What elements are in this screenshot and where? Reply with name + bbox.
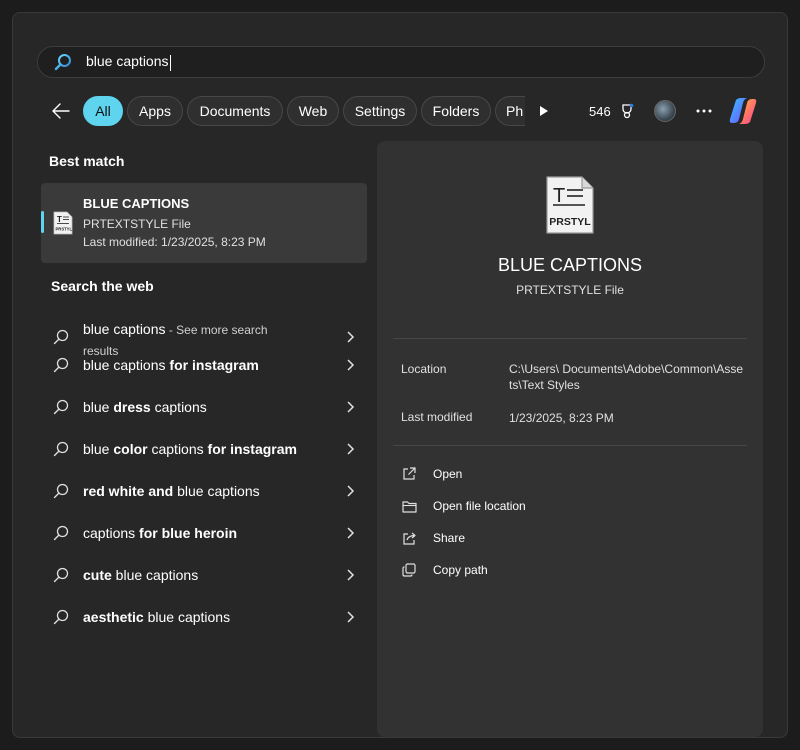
arrow-left-icon [52, 103, 70, 119]
play-icon [540, 106, 548, 116]
chevron-right-icon [347, 485, 355, 497]
best-match-result[interactable]: T PRSTYL BLUE CAPTIONS PRTEXTSTYLE File … [41, 183, 367, 263]
chevron-right-icon [347, 331, 355, 343]
preview-file-type: PRTEXTSTYLE File [516, 283, 624, 297]
web-suggestion-text: blue dress captions [83, 399, 207, 415]
divider [393, 445, 747, 446]
prtextstyle-file-icon: T PRSTYL [53, 211, 73, 235]
web-suggestion[interactable]: blue dress captions [41, 389, 367, 425]
start-search-panel: blue captions All Apps Documents Web Set… [12, 12, 788, 738]
best-match-type: PRTEXTSTYLE File [83, 217, 191, 231]
best-match-heading: Best match [49, 153, 125, 169]
best-match-modified: Last modified: 1/23/2025, 8:23 PM [83, 235, 266, 249]
svg-text:PRSTYL: PRSTYL [56, 227, 73, 232]
trophy-icon [619, 103, 635, 119]
chevron-right-icon [347, 611, 355, 623]
web-suggestion-text: cute blue captions [83, 567, 199, 583]
divider [393, 338, 747, 339]
svg-text:T: T [57, 215, 62, 224]
rewards-points-value: 546 [589, 103, 611, 119]
file-icon-label: PRSTYL [549, 216, 591, 228]
open-file-location-action[interactable]: Open file location [401, 494, 526, 518]
search-icon [53, 399, 69, 415]
web-suggestion-text: blue captions for instagram [83, 357, 259, 373]
copilot-button[interactable] [727, 97, 759, 125]
preview-title: BLUE CAPTIONS [497, 255, 643, 275]
search-icon [53, 609, 69, 625]
more-options-button[interactable] [693, 95, 715, 127]
search-web-heading: Search the web [51, 278, 154, 294]
filter-chip-web[interactable]: Web [287, 96, 339, 126]
folder-icon [401, 498, 417, 514]
search-box[interactable]: blue captions [37, 46, 765, 78]
copy-path-action[interactable]: Copy path [401, 558, 488, 582]
web-suggestion[interactable]: aesthetic blue captions [41, 599, 367, 635]
filter-chip-folders[interactable]: Folders [421, 96, 491, 126]
last-modified-label: Last modified [401, 410, 473, 424]
location-value: C:\Users\ Documents\Adobe\Common\Assets\… [509, 362, 744, 392]
location-label: Location [401, 362, 447, 376]
back-button[interactable] [43, 95, 79, 127]
web-suggestion-text: captions for blue heroin [83, 525, 238, 541]
search-icon [54, 53, 72, 71]
svg-text:T: T [553, 185, 565, 207]
text-caret [169, 54, 171, 71]
web-suggestion[interactable]: blue captions for instagram [41, 347, 367, 383]
chevron-right-icon [347, 527, 355, 539]
search-icon [53, 525, 69, 541]
web-suggestion-text: aesthetic blue captions [83, 609, 231, 625]
filter-chip-documents[interactable]: Documents [187, 96, 283, 126]
search-input[interactable]: blue captions [86, 53, 171, 71]
share-action[interactable]: Share [401, 526, 465, 550]
preview-pane: T PRSTYL BLUE CAPTIONS PRTEXTSTYLE File … [377, 141, 763, 737]
search-icon [53, 329, 69, 345]
more-filters-button[interactable] [531, 95, 557, 127]
search-icon [53, 357, 69, 373]
filter-chip-photos[interactable]: Ph [495, 96, 525, 126]
share-icon [401, 530, 417, 546]
web-suggestion-text: blue color captions for instagram [83, 441, 297, 457]
selection-indicator [41, 211, 44, 233]
copilot-icon [729, 98, 757, 124]
chevron-right-icon [347, 443, 355, 455]
open-external-icon [401, 466, 417, 482]
search-icon [53, 567, 69, 583]
search-icon [53, 441, 69, 457]
filter-chip-settings[interactable]: Settings [343, 96, 417, 126]
copy-icon [401, 562, 417, 578]
chevron-right-icon [347, 359, 355, 371]
web-suggestion-text: red white and blue captions [83, 483, 260, 499]
search-icon [53, 483, 69, 499]
chevron-right-icon [347, 401, 355, 413]
web-suggestion[interactable]: blue color captions for instagram [41, 431, 367, 467]
rewards-points[interactable]: 546 [589, 95, 635, 127]
web-suggestion[interactable]: cute blue captions [41, 557, 367, 593]
web-suggestion[interactable]: red white and blue captions [41, 473, 367, 509]
best-match-title: BLUE CAPTIONS [83, 196, 190, 211]
last-modified-value: 1/23/2025, 8:23 PM [509, 411, 614, 425]
ellipsis-icon [696, 109, 712, 113]
filter-chip-apps[interactable]: Apps [127, 96, 183, 126]
filter-chip-all[interactable]: All [83, 96, 123, 126]
user-avatar[interactable] [654, 100, 676, 122]
web-suggestion[interactable]: captions for blue heroin [41, 515, 367, 551]
chevron-right-icon [347, 569, 355, 581]
prtextstyle-file-icon: T PRSTYL [546, 176, 594, 234]
filter-bar: All Apps Documents Web Settings Folders … [43, 95, 783, 127]
open-action[interactable]: Open [401, 462, 462, 486]
